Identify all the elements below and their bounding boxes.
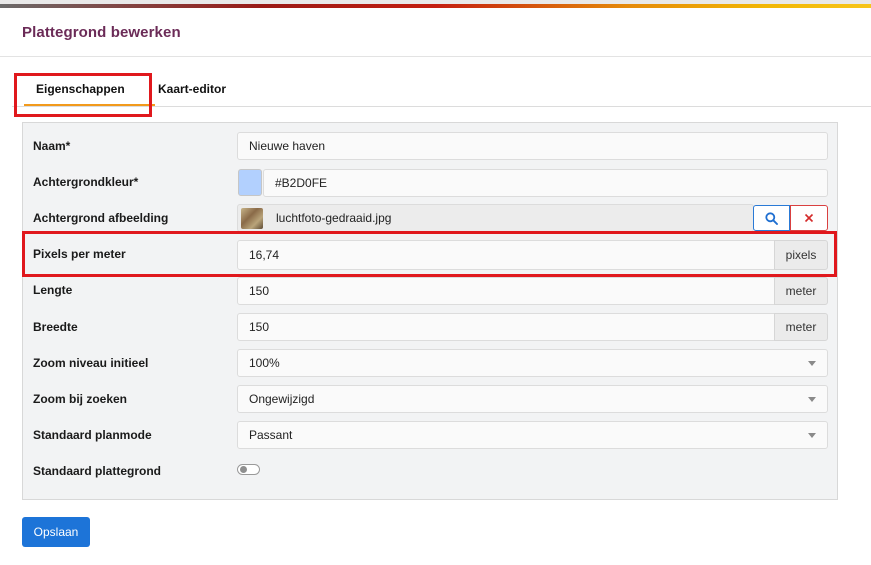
- name-input[interactable]: Nieuwe haven: [237, 132, 828, 160]
- label-breedte: Breedte: [33, 320, 78, 334]
- page-title: Plattegrond bewerken: [22, 24, 181, 41]
- label-achtergrond-afbeelding: Achtergrond afbeelding: [33, 211, 169, 225]
- label-lengte: Lengte: [33, 283, 73, 297]
- tab-highlight-box: [14, 73, 152, 117]
- label-standaard-plattegrond: Standaard plattegrond: [33, 464, 162, 478]
- toggle-knob: [240, 466, 247, 473]
- search-icon: [765, 211, 778, 225]
- pixels-row-highlight-box: [22, 231, 837, 277]
- chevron-down-icon: [808, 433, 816, 438]
- label-zoom-bij-zoeken: Zoom bij zoeken: [33, 392, 128, 406]
- save-button[interactable]: Opslaan: [22, 517, 90, 547]
- zoom-search-select[interactable]: Ongewijzigd: [237, 385, 828, 413]
- color-swatch[interactable]: [238, 169, 262, 196]
- tab-kaart-editor[interactable]: Kaart-editor: [158, 82, 226, 96]
- background-image-field: luchtfoto-gedraaid.jpg: [237, 204, 754, 232]
- label-zoom-niveau-initieel: Zoom niveau initieel: [33, 356, 149, 370]
- label-naam: Naam*: [33, 139, 71, 153]
- top-color-bar: [0, 0, 871, 8]
- label-standaard-planmode: Standaard planmode: [33, 428, 152, 442]
- background-color-input[interactable]: #B2D0FE: [263, 169, 828, 197]
- close-icon: [804, 213, 814, 223]
- length-input[interactable]: 150: [237, 277, 775, 305]
- chevron-down-icon: [808, 361, 816, 366]
- image-thumbnail: [241, 208, 263, 229]
- title-divider: [0, 56, 871, 57]
- width-input[interactable]: 150: [237, 313, 775, 341]
- chevron-down-icon: [808, 397, 816, 402]
- clear-image-button[interactable]: [790, 205, 828, 231]
- zoom-initial-select[interactable]: 100%: [237, 349, 828, 377]
- planmode-select[interactable]: Passant: [237, 421, 828, 449]
- length-unit-addon: meter: [774, 277, 828, 305]
- label-achtergrondkleur: Achtergrondkleur*: [33, 175, 139, 189]
- width-unit-addon: meter: [774, 313, 828, 341]
- brand-gradient-strip: [0, 4, 871, 8]
- default-floorplan-toggle[interactable]: [237, 464, 260, 475]
- search-image-button[interactable]: [753, 205, 790, 231]
